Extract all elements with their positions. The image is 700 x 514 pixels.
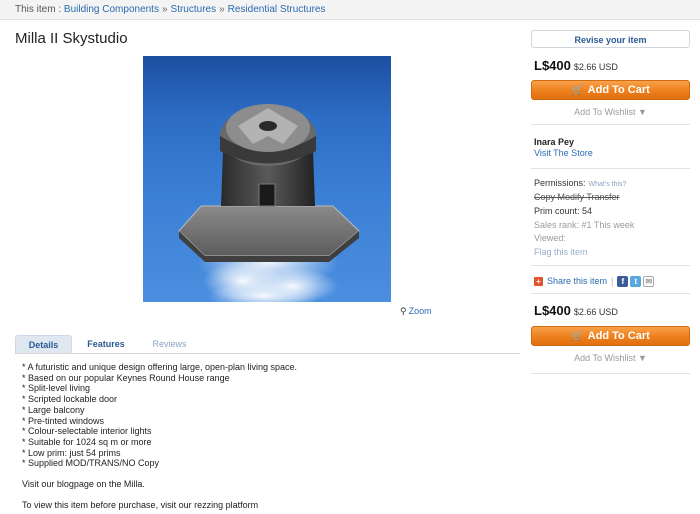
add-to-wishlist-button[interactable]: Add To Wishlist ▼ <box>531 107 690 117</box>
skystudio-render <box>178 104 360 302</box>
permissions-label-text: Permissions: <box>534 178 586 188</box>
whats-this-link[interactable]: What's this? <box>589 181 627 188</box>
facebook-icon[interactable]: f <box>617 276 629 288</box>
share-separator: | <box>611 276 614 286</box>
price-linden: L$400 <box>534 58 571 73</box>
add-to-wishlist-button-bottom[interactable]: Add To Wishlist ▼ <box>531 353 690 363</box>
cart-icon: 🛒 <box>571 331 584 342</box>
share-plus-icon: + <box>534 277 543 286</box>
breadcrumb-prefix: This item : <box>15 4 62 15</box>
breadcrumb: This item : Building Components» Structur… <box>0 0 700 20</box>
details-paragraph-blog: Visit our blogpage on the Milla. <box>22 479 145 490</box>
zoom-link[interactable]: ⚲ Zoom <box>400 306 432 317</box>
details-bullet: * Large balcony <box>22 404 85 415</box>
details-bullet: * Suitable for 1024 sq m or more <box>22 436 152 447</box>
tab-details[interactable]: Details <box>15 335 72 353</box>
product-image[interactable] <box>143 56 391 302</box>
price-linden: L$400 <box>534 303 571 318</box>
email-icon[interactable]: ✉ <box>643 276 655 288</box>
share-link[interactable]: Share this item <box>547 276 607 286</box>
visit-store-link[interactable]: Visit The Store <box>534 148 593 158</box>
tab-reviews[interactable]: Reviews <box>142 335 197 353</box>
details-bullet: * Colour-selectable interior lights <box>22 426 152 437</box>
details-bullet: * Pre-tinted windows <box>22 415 105 426</box>
details-bullet: * Split-level living <box>22 383 91 394</box>
add-to-cart-label: Add To Cart <box>587 330 650 342</box>
permissions-label: Permissions: What's this? <box>534 178 626 188</box>
zoom-label: Zoom <box>408 306 432 316</box>
add-to-cart-button[interactable]: 🛒 Add To Cart <box>531 80 690 100</box>
seller-name[interactable]: Inara Pey <box>534 137 574 147</box>
details-bullet: * Scripted lockable door <box>22 394 118 405</box>
add-to-cart-button-bottom[interactable]: 🛒 Add To Cart <box>531 326 690 346</box>
divider <box>531 373 690 374</box>
divider <box>531 293 690 294</box>
viewed-count: Viewed: <box>534 233 566 243</box>
details-bullet: * Low prim: just 54 prims <box>22 447 121 458</box>
breadcrumb-link-building-components[interactable]: Building Components <box>64 4 159 15</box>
permissions-values: Copy Modify Transfer <box>534 192 620 202</box>
divider <box>531 124 690 125</box>
breadcrumb-separator: » <box>219 4 225 15</box>
tab-features[interactable]: Features <box>77 335 135 353</box>
details-panel: * A futuristic and unique design offerin… <box>22 362 522 510</box>
price-usd: $2.66 USD <box>573 62 618 72</box>
price-bottom: L$400 $2.66 USD <box>534 303 618 318</box>
details-bullet: * A futuristic and unique design offerin… <box>22 362 298 372</box>
details-paragraph-view: To view this item before purchase, visit… <box>22 499 259 510</box>
prim-count: Prim count: 54 <box>534 206 593 216</box>
sales-rank: Sales rank: #1 This week <box>534 220 635 230</box>
revise-item-button[interactable]: Revise your item <box>531 30 690 48</box>
page-title: Milla II Skystudio <box>15 30 128 47</box>
divider <box>531 168 690 169</box>
breadcrumb-link-residential-structures[interactable]: Residential Structures <box>228 4 326 15</box>
price-usd: $2.66 USD <box>573 307 618 317</box>
divider <box>531 265 690 266</box>
product-tabs: Details Features Reviews <box>15 335 520 354</box>
share-bar: + Share this item | f t ✉ <box>534 276 656 288</box>
breadcrumb-link-structures[interactable]: Structures <box>171 4 217 15</box>
price: L$400 $2.66 USD <box>534 58 618 73</box>
twitter-icon[interactable]: t <box>630 276 642 288</box>
flag-item-link[interactable]: Flag this item <box>534 247 588 257</box>
breadcrumb-separator: » <box>161 4 168 15</box>
details-bullet: * Based on our popular Keynes Round Hous… <box>22 372 230 383</box>
magnifier-icon: ⚲ <box>400 306 407 316</box>
details-bullet: * Supplied MOD/TRANS/NO Copy <box>22 458 160 469</box>
add-to-cart-label: Add To Cart <box>587 84 650 96</box>
cart-icon: 🛒 <box>571 85 584 96</box>
